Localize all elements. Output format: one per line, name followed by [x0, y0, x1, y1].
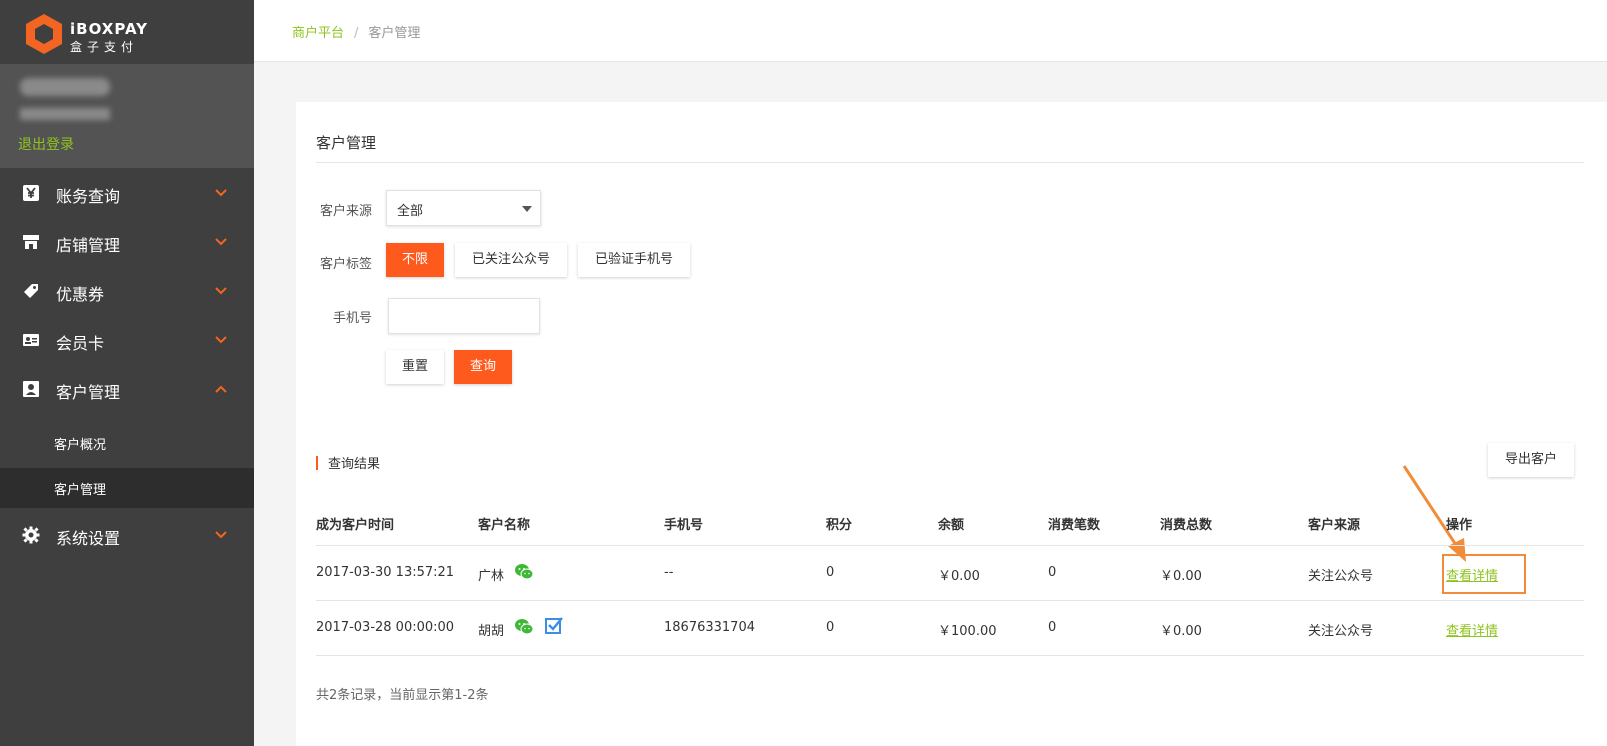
verified-check-icon — [545, 617, 563, 634]
col-header: 消费笔数 — [1048, 518, 1101, 533]
menu-label: 账务查询 — [56, 187, 121, 206]
view-details-link[interactable]: 查看详情 — [1446, 620, 1498, 639]
source-select[interactable]: 全部 — [386, 190, 541, 226]
col-header: 客户名称 — [478, 518, 531, 533]
cell-points: 0 — [826, 620, 835, 635]
logout-link[interactable]: 退出登录 — [18, 134, 74, 154]
col-header: 成为客户时间 — [316, 518, 395, 533]
page-title: 客户管理 — [316, 134, 377, 152]
cell-source: 关注公众号 — [1308, 624, 1374, 639]
tag-verified-phone-button[interactable]: 已验证手机号 — [578, 243, 690, 277]
phone-label: 手机号 — [332, 311, 372, 326]
tag-followed-button[interactable]: 已关注公众号 — [455, 243, 567, 277]
wechat-icon — [515, 619, 534, 635]
cell-phone: 18676331704 — [664, 620, 755, 635]
menu-label: 系统设置 — [56, 529, 121, 548]
cell-time: 2017-03-28 00:00:00 — [316, 620, 455, 635]
customer-icon — [23, 381, 39, 397]
table-header: 成为客户时间 客户名称 手机号 积分 余额 消费笔数 消费总数 客户来源 操作 — [316, 514, 1584, 546]
results-title: 查询结果 — [328, 457, 381, 472]
submenu-item-customer-management[interactable]: 客户管理 — [0, 468, 254, 508]
dropdown-arrow-icon — [522, 206, 532, 212]
cell-source: 关注公众号 — [1308, 569, 1374, 584]
view-details-link[interactable]: 查看详情 — [1446, 565, 1498, 584]
chevron-down-icon — [215, 336, 227, 344]
pagination-summary: 共2条记录，当前显示第1-2条 — [316, 688, 489, 703]
menu-item-settings[interactable]: 系统设置 — [0, 510, 254, 560]
user-name-blurred — [20, 78, 110, 96]
col-header: 余额 — [938, 518, 965, 533]
sidebar: iBOXPAY 盒子支付 退出登录 账务查询 店铺管理 优惠券 会员卡 客户管理… — [0, 0, 254, 746]
coupon-icon — [24, 284, 38, 298]
table-row: 2017-03-28 00:00:00 胡胡 18676331704 0 ￥10… — [316, 601, 1584, 656]
menu-label: 客户管理 — [56, 383, 121, 402]
source-label: 客户来源 — [319, 204, 372, 219]
menu-item-store[interactable]: 店铺管理 — [0, 217, 254, 267]
submenu-label: 客户管理 — [54, 483, 107, 498]
cell-points: 0 — [826, 565, 835, 580]
query-button[interactable]: 查询 — [454, 350, 512, 384]
box-logo-icon — [26, 14, 62, 54]
brand-name-cn: 盒子支付 — [70, 40, 139, 54]
chevron-down-icon — [215, 189, 227, 197]
breadcrumb-separator: / — [354, 26, 359, 41]
wechat-icon — [515, 564, 534, 580]
export-customers-button[interactable]: 导出客户 — [1488, 443, 1574, 477]
cell-count: 0 — [1048, 565, 1057, 580]
store-icon — [23, 235, 39, 249]
reset-button[interactable]: 重置 — [386, 350, 444, 384]
menu-item-finance[interactable]: 账务查询 — [0, 168, 254, 218]
menu-item-customer[interactable]: 客户管理 — [0, 364, 254, 414]
menu-label: 优惠券 — [56, 285, 105, 304]
chevron-up-icon — [215, 385, 227, 393]
col-header: 操作 — [1446, 518, 1473, 533]
tag-unlimited-button[interactable]: 不限 — [386, 243, 444, 277]
cell-balance: ￥0.00 — [938, 569, 980, 584]
col-header: 积分 — [826, 518, 853, 533]
cell-balance: ￥100.00 — [938, 624, 997, 639]
results-title-bar — [316, 456, 318, 470]
topbar: 商户平台 / 客户管理 — [254, 0, 1607, 62]
menu-label: 店铺管理 — [56, 236, 121, 255]
brand-name: iBOXPAY — [70, 20, 149, 38]
cell-time: 2017-03-30 13:57:21 — [316, 565, 455, 580]
yen-icon — [23, 185, 39, 201]
gear-icon — [22, 526, 40, 544]
menu-item-coupon[interactable]: 优惠券 — [0, 266, 254, 316]
chevron-down-icon — [215, 238, 227, 246]
logo[interactable]: iBOXPAY 盒子支付 — [24, 12, 184, 56]
breadcrumb-current: 客户管理 — [368, 26, 421, 41]
breadcrumb: 商户平台 / 客户管理 — [292, 22, 420, 41]
cell-name: 胡胡 — [478, 624, 505, 639]
col-header: 客户来源 — [1308, 518, 1361, 533]
submenu-item-customer-overview[interactable]: 客户概况 — [0, 423, 254, 463]
cell-total: ￥0.00 — [1160, 569, 1202, 584]
table-row: 2017-03-30 13:57:21 广林 -- 0 ￥0.00 0 ￥0.0… — [316, 546, 1584, 601]
cell-count: 0 — [1048, 620, 1057, 635]
tag-label: 客户标签 — [319, 257, 372, 272]
cell-name: 广林 — [478, 569, 505, 584]
user-id-blurred — [20, 108, 110, 120]
phone-input[interactable] — [388, 298, 540, 334]
chevron-down-icon — [215, 287, 227, 295]
member-card-icon — [23, 334, 39, 346]
source-select-value: 全部 — [397, 204, 424, 219]
cell-phone: -- — [664, 565, 674, 580]
col-header: 消费总数 — [1160, 518, 1213, 533]
breadcrumb-root-link[interactable]: 商户平台 — [292, 26, 344, 41]
menu-label: 会员卡 — [56, 334, 105, 353]
main-card: 客户管理 客户来源 全部 客户标签 不限 已关注公众号 已验证手机号 手机号 重… — [296, 102, 1607, 746]
user-box: 退出登录 — [0, 64, 254, 168]
menu-item-member-card[interactable]: 会员卡 — [0, 315, 254, 365]
chevron-down-icon — [215, 531, 227, 539]
title-divider — [316, 162, 1584, 163]
submenu-label: 客户概况 — [54, 438, 107, 453]
cell-total: ￥0.00 — [1160, 624, 1202, 639]
col-header: 手机号 — [664, 518, 704, 533]
